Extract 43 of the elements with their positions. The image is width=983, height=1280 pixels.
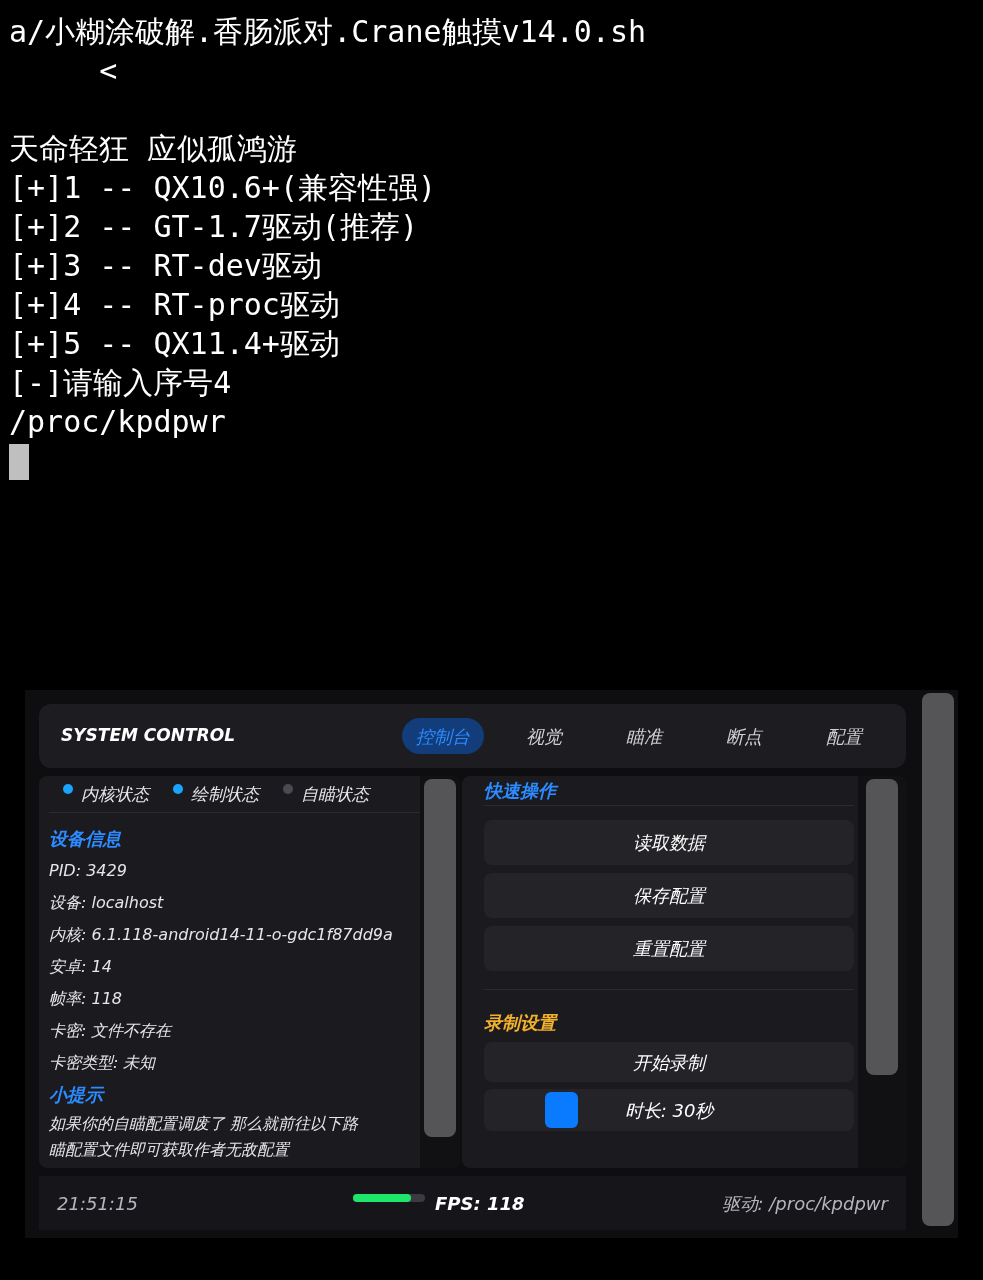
clock-text: 21:51:15: [57, 1191, 139, 1216]
section-heading: 录制设置: [484, 1011, 556, 1035]
duration-label: 时长: 30秒: [624, 1098, 714, 1123]
tab[interactable]: 断点: [704, 718, 784, 754]
info-line: PID: 3429: [49, 860, 127, 882]
section-heading: 小提示: [49, 1083, 106, 1107]
slider-thumb[interactable]: [544, 1092, 578, 1128]
scrollbar-thumb[interactable]: [866, 779, 898, 1075]
status-label: 绘制状态: [191, 782, 259, 806]
scrollbar-thumb[interactable]: [922, 693, 954, 1226]
info-line: 帧率: 118: [49, 988, 122, 1010]
panel-title: SYSTEM CONTROL: [61, 724, 235, 748]
terminal-line: [-]请输入序号4: [9, 364, 233, 402]
duration-slider[interactable]: 时长: 30秒: [484, 1089, 854, 1131]
terminal-line: <: [98, 52, 119, 90]
terminal-line: [+]3 -- RT-dev驱动: [9, 247, 323, 285]
terminal-line: a/小糊涂破解.香肠派对.Crane触摸v14.0.sh: [9, 13, 648, 51]
record-button[interactable]: 开始录制: [484, 1042, 854, 1082]
cursor-block: [9, 444, 29, 480]
fps-text: FPS: 118: [435, 1191, 525, 1216]
terminal-line: /proc/kpdpwr: [9, 403, 227, 441]
status-label: 自瞄状态: [301, 782, 369, 806]
info-line: 卡密类型: 未知: [49, 1052, 156, 1074]
terminal-line: [+]4 -- RT-proc驱动: [9, 286, 341, 324]
tip-text: 如果你的自瞄配置调废了 那么就前往以下路 瞄配置文件即可获取作者无敌配置: [49, 1113, 359, 1161]
terminal-line: [+]1 -- QX10.6+(兼容性强): [9, 169, 438, 207]
tab[interactable]: 配置: [804, 718, 884, 754]
action-button[interactable]: 重置配置: [484, 926, 854, 971]
scrollbar-thumb[interactable]: [424, 779, 456, 1137]
status-label: 内核状态: [81, 782, 149, 806]
info-line: 内核: 6.1.118-android14-11-o-gdc1f87dd9a: [49, 924, 393, 946]
info-line: 设备: localhost: [49, 892, 164, 914]
terminal-line: 天命轻狂 应似孤鸿游: [9, 130, 299, 168]
tab[interactable]: 瞄准: [604, 718, 684, 754]
tab[interactable]: 视觉: [504, 718, 584, 754]
info-line: 卡密: 文件不存在: [49, 1020, 172, 1042]
info-line: 安卓: 14: [49, 956, 112, 978]
terminal-line: [+]5 -- QX11.4+驱动: [9, 325, 341, 363]
driver-text: 驱动: /proc/kpdpwr: [721, 1191, 888, 1216]
terminal-line: [+]2 -- GT-1.7驱动(推荐): [9, 208, 419, 246]
action-button[interactable]: 保存配置: [484, 873, 854, 918]
section-heading: 设备信息: [49, 827, 122, 851]
action-button[interactable]: 读取数据: [484, 820, 854, 865]
